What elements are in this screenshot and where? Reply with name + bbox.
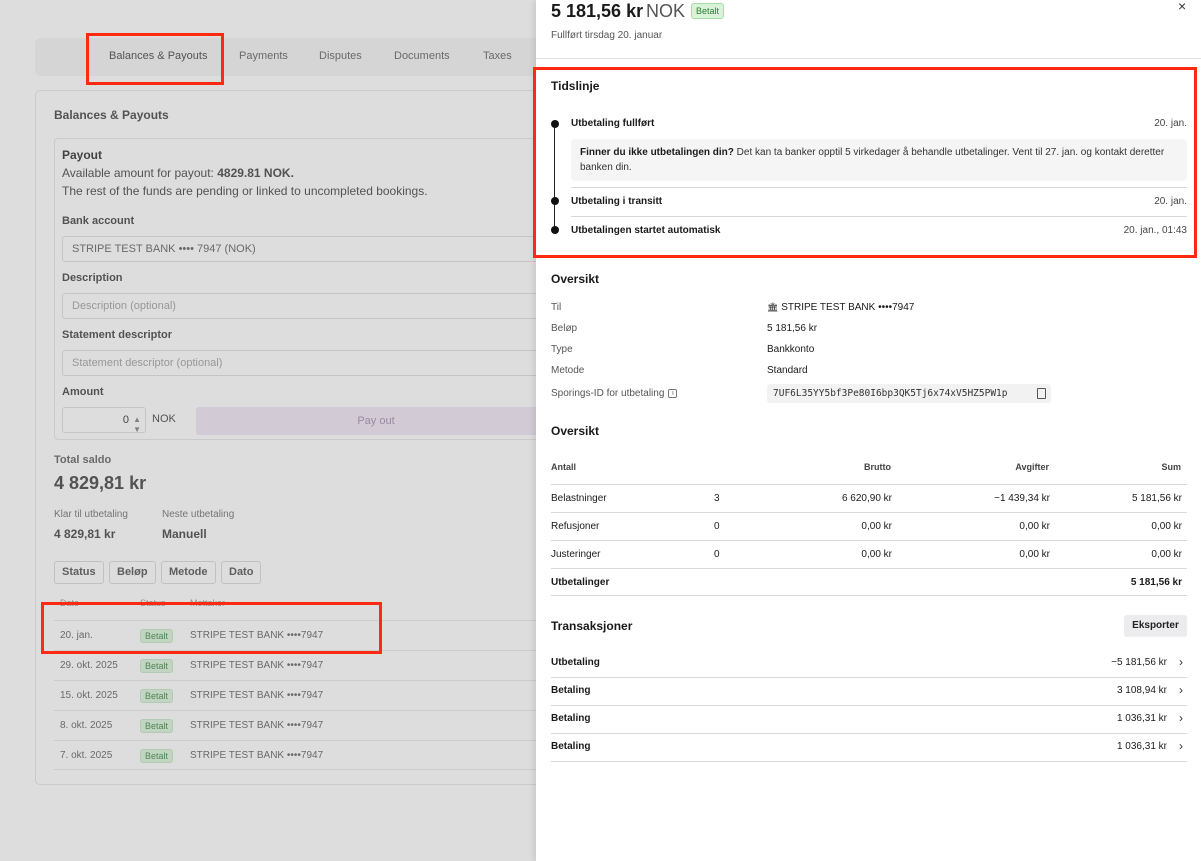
highlight-timeline-box [533, 67, 1197, 258]
overview-label-method: Metode [551, 365, 585, 376]
summary-row: Belastninger 3 6 620,90 kr −1 439,34 kr … [551, 484, 1187, 512]
transaction-label: Betaling [551, 685, 591, 696]
summary-row-label: Justeringer [551, 549, 601, 560]
summary-row-gross: 6 620,90 kr [841, 493, 892, 504]
transactions-title: Transaksjoner [551, 619, 633, 633]
summary-header-count: Antall [551, 462, 577, 472]
trace-id-label-text: Sporings-ID for utbetaling [551, 388, 665, 399]
highlight-payout-row-box [41, 602, 382, 654]
transaction-amount: 1 036,31 kr [1116, 741, 1167, 752]
overview-value-method: Standard [767, 365, 808, 376]
overview-label-to: Til [551, 302, 562, 313]
summary-header-gross: Brutto [864, 462, 891, 472]
overview-title: Oversikt [551, 272, 600, 286]
overview-value-type: Bankkonto [767, 344, 815, 355]
overview-value-amount: 5 181,56 kr [767, 323, 818, 334]
trace-id-label: Sporings-ID for utbetaling i [551, 388, 678, 399]
summary-row: Refusjoner 0 0,00 kr 0,00 kr 0,00 kr [551, 512, 1187, 540]
trace-id-text: 7UF6L35YY5bf3Pe80I6bp3QK5Tj6x74xV5HZ5PW1… [773, 388, 1008, 399]
summary-row-count: 0 [714, 549, 720, 560]
chevron-right-icon: › [1179, 739, 1183, 753]
summary-title: Oversikt [551, 424, 600, 438]
transaction-amount: 3 108,94 kr [1116, 685, 1167, 696]
chevron-right-icon: › [1179, 655, 1183, 669]
chevron-right-icon: › [1179, 711, 1183, 725]
transaction-amount: −5 181,56 kr [1111, 657, 1167, 668]
summary-row-count: 0 [714, 521, 720, 532]
modal-backdrop[interactable] [0, 0, 536, 861]
summary-total-row: Utbetalinger 5 181,56 kr [551, 568, 1187, 596]
bank-icon: 🏛 [767, 302, 779, 312]
summary-row-label: Refusjoner [551, 521, 600, 532]
summary-row-sum: 0,00 kr [1151, 521, 1182, 532]
overview-value-to: 🏛 STRIPE TEST BANK ••••7947 [767, 302, 914, 313]
transaction-row[interactable]: Betaling 1 036,31 kr › [551, 734, 1187, 762]
chevron-right-icon: › [1179, 683, 1183, 697]
close-icon[interactable]: × [1178, 0, 1186, 14]
status-badge: Betalt [691, 3, 725, 19]
payout-currency: NOK [646, 1, 686, 21]
summary-row-gross: 0,00 kr [861, 521, 892, 532]
highlight-tab-box [86, 33, 224, 85]
summary-row: Justeringer 0 0,00 kr 0,00 kr 0,00 kr [551, 540, 1187, 568]
overview-label-type: Type [551, 344, 573, 355]
summary-row-gross: 0,00 kr [861, 549, 892, 560]
transaction-label: Betaling [551, 741, 591, 752]
transaction-label: Utbetaling [551, 657, 600, 668]
summary-row-label: Belastninger [551, 493, 607, 504]
completed-subtitle: Fullført tirsdag 20. januar [551, 30, 663, 41]
copy-icon[interactable] [1037, 388, 1046, 399]
summary-total-label: Utbetalinger [551, 577, 610, 588]
transaction-row[interactable]: Betaling 3 108,94 kr › [551, 678, 1187, 706]
bank-name: STRIPE TEST BANK ••••7947 [781, 302, 915, 313]
summary-header-fees: Avgifter [1015, 462, 1049, 472]
summary-row-fees: 0,00 kr [1019, 521, 1050, 532]
export-button[interactable]: Eksporter [1124, 615, 1187, 637]
trace-id-value[interactable]: 7UF6L35YY5bf3Pe80I6bp3QK5Tj6x74xV5HZ5PW1… [767, 384, 1051, 403]
summary-row-count: 3 [714, 493, 720, 504]
transaction-label: Betaling [551, 713, 591, 724]
transaction-row[interactable]: Utbetaling −5 181,56 kr › [551, 650, 1187, 678]
summary-total-sum: 5 181,56 kr [1130, 577, 1182, 588]
payout-amount: 5 181,56 kr [551, 1, 644, 21]
info-icon[interactable]: i [668, 388, 678, 398]
transaction-row[interactable]: Betaling 1 036,31 kr › [551, 706, 1187, 734]
overview-label-amount: Beløp [551, 323, 578, 334]
summary-row-fees: 0,00 kr [1019, 549, 1050, 560]
header-divider [536, 58, 1201, 59]
summary-header-sum: Sum [1161, 462, 1181, 472]
summary-row-fees: −1 439,34 kr [994, 493, 1050, 504]
summary-row-sum: 5 181,56 kr [1131, 493, 1182, 504]
summary-row-sum: 0,00 kr [1151, 549, 1182, 560]
transaction-amount: 1 036,31 kr [1116, 713, 1167, 724]
